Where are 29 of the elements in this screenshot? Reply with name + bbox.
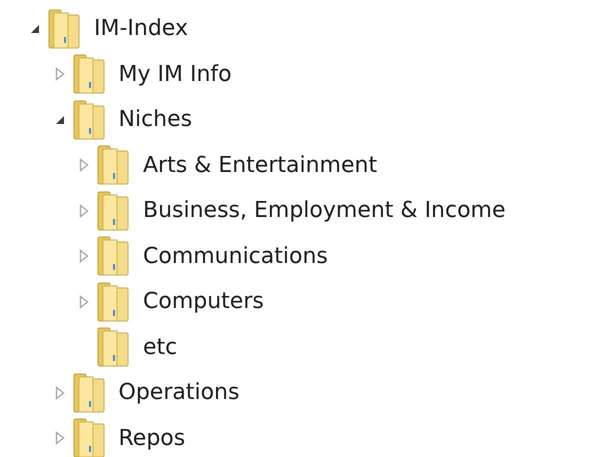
folder-label[interactable]: Business, Employment & Income (143, 198, 506, 224)
collapsed-arrow-icon[interactable] (79, 249, 89, 264)
folder-icon (95, 236, 131, 276)
folder-icon (70, 54, 106, 94)
folder-icon (95, 282, 131, 322)
folder-icon (70, 372, 106, 413)
folder-label[interactable]: Arts & Entertainment (143, 152, 378, 178)
folder-label[interactable]: Computers (143, 289, 264, 314)
folder-label[interactable]: Operations (118, 380, 240, 406)
expanded-arrow-icon[interactable] (30, 24, 40, 34)
folder-label[interactable]: etc (143, 334, 178, 360)
folder-icon (70, 418, 106, 457)
collapsed-arrow-icon[interactable] (79, 158, 89, 172)
expanded-arrow-icon[interactable] (54, 114, 64, 125)
collapsed-arrow-icon[interactable] (54, 67, 64, 82)
folder-icon (46, 8, 82, 49)
collapsed-arrow-icon[interactable] (79, 294, 89, 309)
folder-label[interactable]: IM-Index (94, 16, 188, 42)
folder-icon (70, 100, 106, 140)
folder-label[interactable]: My IM Info (118, 62, 232, 87)
folder-label[interactable]: Niches (118, 107, 192, 132)
folder-icon (95, 327, 131, 368)
collapsed-arrow-icon[interactable] (54, 386, 64, 400)
folder-label[interactable]: Communications (143, 244, 328, 269)
folder-icon (95, 145, 131, 186)
collapsed-arrow-icon[interactable] (79, 204, 89, 218)
folder-label[interactable]: Repos (118, 426, 186, 451)
folder-icon (95, 190, 131, 231)
collapsed-arrow-icon[interactable] (54, 431, 64, 446)
